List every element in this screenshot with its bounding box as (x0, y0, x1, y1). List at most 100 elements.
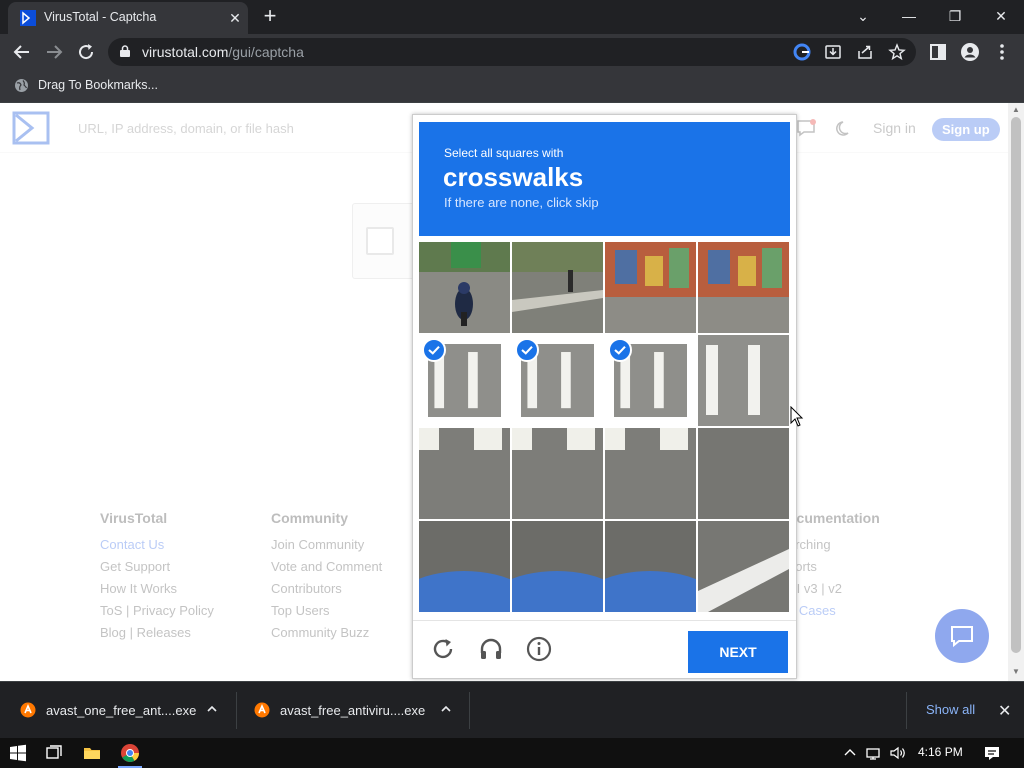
captcha-footer: NEXT (413, 620, 796, 678)
chevron-up-icon[interactable] (439, 702, 453, 716)
virustotal-favicon-icon (20, 10, 36, 26)
footer-heading: Community (271, 510, 348, 526)
close-window-button[interactable]: ✕ (983, 4, 1019, 28)
tile-image (605, 428, 696, 519)
chat-support-button[interactable] (935, 609, 989, 663)
page-scrollbar[interactable]: ▲ ▼ (1008, 103, 1024, 681)
virustotal-logo-icon[interactable] (12, 111, 50, 145)
captcha-tile-selected[interactable] (419, 335, 510, 426)
tab-title: VirusTotal - Captcha (44, 10, 157, 24)
captcha-tile[interactable] (512, 521, 603, 612)
url-path: /gui/captcha (228, 44, 304, 60)
volume-icon[interactable] (888, 743, 908, 763)
address-bar[interactable]: virustotal.com/gui/captcha (108, 38, 916, 66)
google-lens-icon[interactable] (793, 43, 811, 61)
notifications-icon[interactable] (796, 119, 816, 137)
footer-link[interactable]: Get Support (100, 559, 214, 581)
new-tab-button[interactable]: + (258, 5, 282, 29)
show-all-downloads-link[interactable]: Show all (926, 702, 975, 717)
minimize-button[interactable]: — (891, 4, 927, 28)
chevron-up-icon[interactable] (205, 702, 219, 716)
install-app-icon[interactable] (824, 43, 842, 61)
file-explorer-icon[interactable] (82, 743, 102, 763)
back-icon[interactable] (10, 40, 34, 64)
tile-image (419, 521, 510, 612)
captcha-tile[interactable] (698, 335, 789, 426)
tile-image (419, 242, 510, 333)
captcha-tile-selected[interactable] (605, 335, 696, 426)
reload-icon[interactable] (74, 40, 98, 64)
scroll-down-arrow-icon[interactable]: ▼ (1012, 667, 1020, 676)
checkmark-icon (608, 338, 632, 362)
captcha-tile[interactable] (419, 521, 510, 612)
footer-link[interactable]: PI v3 | v2 (788, 581, 880, 603)
captcha-header: Select all squares with crosswalks If th… (419, 122, 790, 236)
reload-challenge-icon[interactable] (429, 635, 457, 663)
sign-up-button[interactable]: Sign up (932, 118, 1000, 141)
next-button[interactable]: NEXT (688, 631, 788, 673)
tab-close-icon[interactable]: ✕ (226, 9, 244, 27)
captcha-tile[interactable] (419, 428, 510, 519)
footer-link[interactable]: arching (788, 537, 880, 559)
sign-in-link[interactable]: Sign in (873, 120, 916, 136)
footer-link[interactable]: How It Works (100, 581, 214, 603)
dark-mode-icon[interactable] (836, 120, 853, 137)
download-item[interactable]: avast_free_antiviru....exe (234, 682, 470, 739)
footer-link[interactable]: Contributors (271, 581, 382, 603)
task-view-icon[interactable] (44, 743, 64, 763)
scrollbar-thumb[interactable] (1011, 117, 1021, 653)
scroll-up-arrow-icon[interactable]: ▲ (1012, 105, 1020, 114)
footer-link[interactable]: Blog | Releases (100, 625, 214, 647)
menu-kebab-icon[interactable] (990, 40, 1014, 64)
captcha-instruction: Select all squares with (444, 146, 564, 160)
tab-search-button[interactable]: ⌄ (845, 4, 881, 28)
windows-start-icon[interactable] (8, 743, 28, 763)
captcha-target: crosswalks (443, 162, 584, 192)
captcha-tile-selected[interactable] (512, 335, 603, 426)
profile-icon[interactable] (958, 40, 982, 64)
audio-challenge-icon[interactable] (477, 635, 505, 663)
show-hidden-icons-chevron-icon[interactable] (840, 743, 860, 763)
browser-tab[interactable]: VirusTotal - Captcha ✕ (8, 2, 248, 34)
site-search-input[interactable]: URL, IP address, domain, or file hash (78, 121, 294, 136)
bookmark-star-icon[interactable] (888, 43, 906, 61)
captcha-hint: If there are none, click skip (444, 195, 599, 210)
bookmarks-bar: Drag To Bookmarks... (0, 70, 1024, 103)
footer-link[interactable]: Vote and Comment (271, 559, 382, 581)
bookmark-item[interactable]: Drag To Bookmarks... (38, 78, 158, 92)
share-icon[interactable] (856, 43, 874, 61)
footer-link[interactable]: Contact Us (100, 537, 214, 559)
captcha-image-grid (419, 242, 790, 613)
captcha-tile[interactable] (512, 428, 603, 519)
system-clock[interactable]: 4:16 PM (918, 745, 963, 759)
footer-link[interactable]: ToS | Privacy Policy (100, 603, 214, 625)
restore-button[interactable]: ❐ (937, 4, 973, 28)
captcha-tile[interactable] (605, 521, 696, 612)
captcha-tile[interactable] (698, 428, 789, 519)
footer-link[interactable]: Join Community (271, 537, 382, 559)
captcha-tile[interactable] (698, 242, 789, 333)
url-text[interactable]: virustotal.com/gui/captcha (142, 44, 304, 60)
info-icon[interactable] (525, 635, 553, 663)
lock-icon[interactable] (120, 45, 130, 57)
captcha-tile[interactable] (605, 242, 696, 333)
captcha-tile[interactable] (698, 521, 789, 612)
captcha-tile[interactable] (605, 428, 696, 519)
avast-file-icon (20, 702, 36, 718)
tile-image (698, 242, 789, 333)
recaptcha-checkbox[interactable] (366, 227, 394, 255)
captcha-tile[interactable] (512, 242, 603, 333)
footer-link[interactable]: ports (788, 559, 880, 581)
footer-link[interactable]: Top Users (271, 603, 382, 625)
footer-link[interactable]: e Cases (788, 603, 880, 625)
forward-icon[interactable] (42, 40, 66, 64)
close-downloads-icon[interactable]: ✕ (998, 701, 1011, 721)
footer-link[interactable]: Community Buzz (271, 625, 382, 647)
tile-image (605, 242, 696, 333)
network-icon[interactable] (864, 743, 884, 763)
captcha-tile[interactable] (419, 242, 510, 333)
action-center-icon[interactable] (982, 743, 1002, 763)
download-item[interactable]: avast_one_free_ant....exe (0, 682, 236, 739)
chrome-icon[interactable] (120, 743, 140, 763)
side-panel-icon[interactable] (926, 40, 950, 64)
